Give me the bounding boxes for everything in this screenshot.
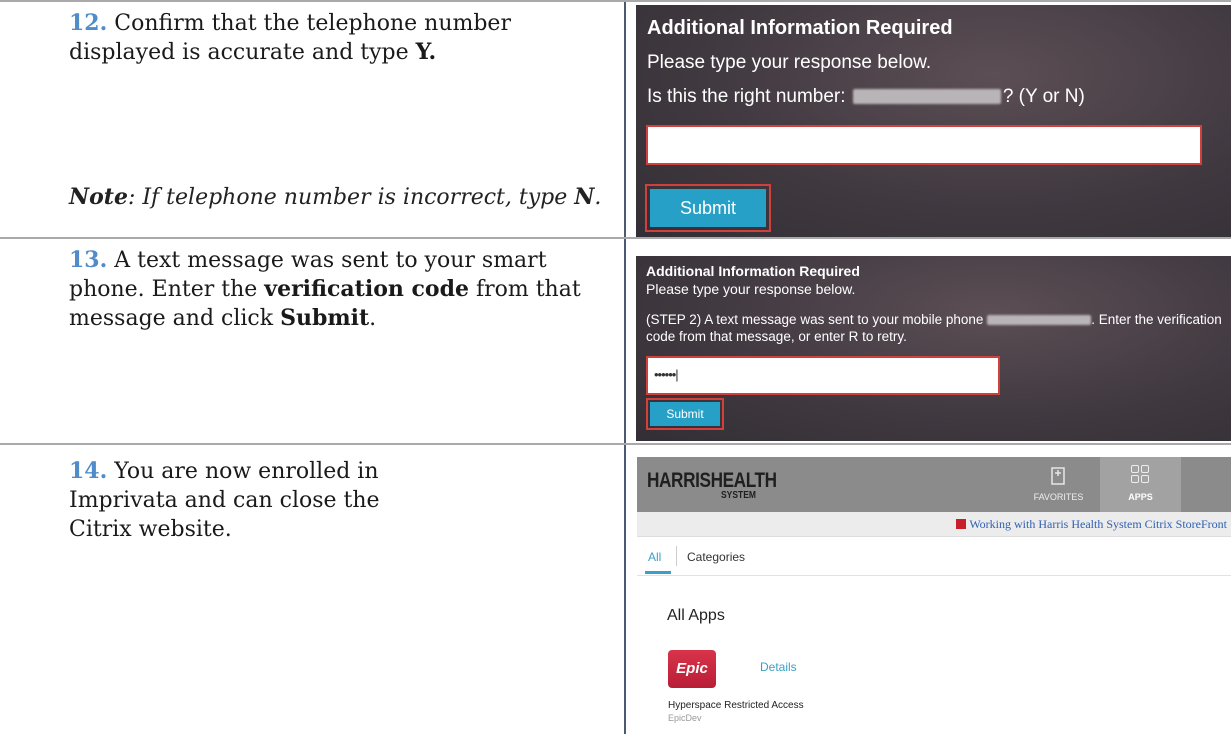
step-12-number: 12.	[69, 10, 108, 36]
step-12-bold-y: Y.	[415, 39, 437, 65]
submit-button[interactable]: Submit	[650, 402, 720, 426]
panel-subtitle: Please type your response below.	[647, 52, 932, 73]
panel-title: Additional Information Required	[646, 263, 860, 279]
storefront-header: HARRISHEALTH SYSTEM FAVORITES APPS	[637, 457, 1231, 512]
active-tab-indicator	[645, 571, 671, 574]
step-12-note: Note: If telephone number is incorrect, …	[69, 184, 602, 210]
note-label: Note	[69, 184, 128, 210]
step-13-number: 13.	[69, 247, 108, 273]
number-question: Is this the right number: ? (Y or N)	[647, 86, 1085, 107]
redacted-phone-number	[987, 315, 1092, 326]
app-name: Hyperspace Restricted Access	[668, 700, 804, 711]
row-separator	[0, 237, 1231, 239]
tab-categories[interactable]: Categories	[687, 550, 745, 564]
panel-title: Additional Information Required	[647, 17, 953, 39]
all-apps-heading: All Apps	[667, 607, 725, 624]
epic-logo: Epic	[676, 660, 708, 677]
submit-button-highlight: Submit	[646, 398, 724, 430]
citrix-storefront-screenshot: HARRISHEALTH SYSTEM FAVORITES APPS Worki…	[637, 457, 1231, 734]
step-13-instruction: 13. A text message was sent to your smar…	[69, 247, 581, 331]
step-14-instruction: 14. You are now enrolled in Imprivata an…	[69, 458, 380, 542]
verification-message: (STEP 2) A text message was sent to your…	[646, 312, 1222, 344]
tab-divider	[676, 546, 677, 566]
step-13-screenshot: Additional Information Required Please t…	[636, 256, 1231, 441]
storefront-link-bar: Working with Harris Health System Citrix…	[637, 512, 1231, 537]
row-separator	[0, 0, 1231, 2]
harris-health-logo: HARRISHEALTH	[647, 469, 777, 492]
column-divider	[624, 0, 626, 734]
panel-subtitle: Please type your response below.	[646, 281, 856, 297]
redacted-phone-number	[852, 89, 1001, 105]
tab-all[interactable]: All	[648, 550, 661, 564]
favorites-tab[interactable]: FAVORITES	[1017, 457, 1100, 512]
apps-tab[interactable]: APPS	[1100, 457, 1181, 512]
category-tabs: All Categories	[637, 537, 1231, 576]
storefront-guide-link[interactable]: Working with Harris Health System Citrix…	[956, 517, 1227, 532]
bookmark-icon	[1051, 467, 1065, 485]
details-link[interactable]: Details	[760, 660, 797, 674]
verification-code-input[interactable]: ••••••|	[646, 356, 1000, 395]
step-12-instruction: 12. Confirm that the telephone number di…	[69, 10, 511, 65]
pdf-icon	[956, 519, 967, 529]
step-12-screenshot: Additional Information Required Please t…	[636, 5, 1231, 237]
app-subtitle: EpicDev	[668, 713, 702, 723]
step-14-number: 14.	[69, 458, 108, 484]
submit-button-highlight: Submit	[645, 184, 771, 232]
submit-button[interactable]: Submit	[650, 189, 766, 227]
row-separator	[0, 443, 1231, 445]
apps-grid-icon	[1131, 465, 1151, 485]
epic-app-tile[interactable]: Epic	[668, 650, 716, 688]
response-input[interactable]	[646, 125, 1202, 165]
